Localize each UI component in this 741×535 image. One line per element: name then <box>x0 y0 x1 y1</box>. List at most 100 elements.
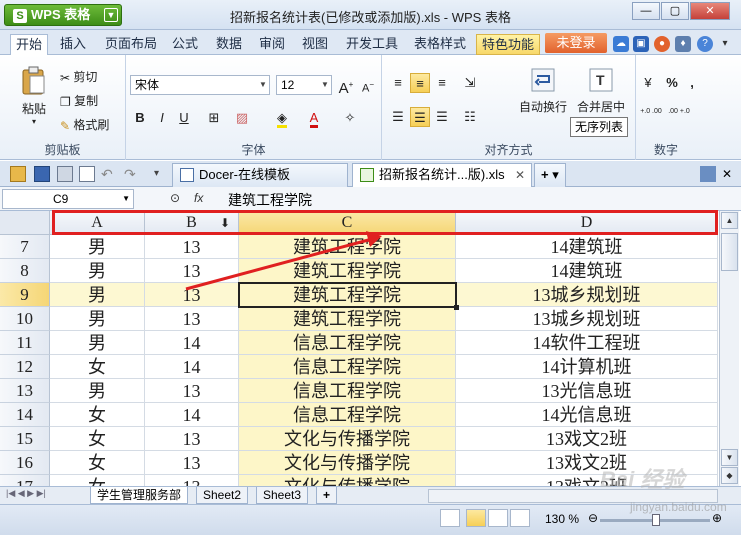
formula-content[interactable]: 建筑工程学院 <box>228 190 312 210</box>
font-name-select[interactable]: 宋体 ▼ <box>130 75 270 95</box>
font-color-button[interactable]: A <box>304 108 324 128</box>
tab-page-layout[interactable]: 页面布局 <box>100 34 162 55</box>
align-bottom-button[interactable]: ≡ <box>432 73 452 93</box>
orientation-button[interactable]: ⇲ <box>460 73 480 93</box>
redo-icon[interactable]: ↷ <box>124 166 140 182</box>
chevron-down-icon[interactable]: ▾ <box>717 36 733 52</box>
align-top-button[interactable]: ≡ <box>388 73 408 93</box>
scissors-icon: ✂ <box>60 70 71 85</box>
merge-cells-icon: T <box>589 68 613 92</box>
page-layout-view-button[interactable] <box>488 509 508 527</box>
cloud-icon[interactable]: ☁ <box>613 36 629 52</box>
merge-center-button[interactable]: T 合并居中 <box>572 67 630 115</box>
bold-button[interactable]: B <box>130 108 150 128</box>
comma-button[interactable]: , <box>682 73 702 93</box>
zoom-slider-knob[interactable] <box>652 514 660 526</box>
plus-icon: + <box>323 488 331 502</box>
wrap-text-button[interactable]: 自动换行 <box>514 67 572 115</box>
align-middle-button[interactable]: ≡ <box>410 73 430 93</box>
close-tab-icon[interactable]: ✕ <box>515 164 525 186</box>
tab-home[interactable]: 开始 <box>10 34 49 55</box>
scroll-up-icon[interactable]: ▲ <box>721 212 738 229</box>
justify-button[interactable]: ☷ <box>460 107 480 127</box>
tab-data[interactable]: 数据 <box>211 34 247 55</box>
tab-docer-templates[interactable]: Docer-在线模板 <box>172 163 348 187</box>
border-button[interactable]: ⊞ <box>204 108 224 128</box>
orientation-icon: ⇲ <box>464 75 476 90</box>
shrink-font-button[interactable]: A− <box>358 75 378 95</box>
new-tab-button[interactable]: + ▾ <box>534 163 566 187</box>
increase-decimal-button[interactable]: +.0 .00 <box>638 107 664 127</box>
vertical-scrollbar[interactable]: ▲ ▼ ◆ <box>719 211 739 486</box>
font-group: 宋体 ▼ 12 ▼ A+ A− B I U ⊞ ▨ ◈ A ✧ 字体 <box>126 55 382 160</box>
paste-button[interactable]: 粘贴 ▾ <box>14 65 54 126</box>
align-left-button[interactable]: ☰ <box>388 107 408 127</box>
tab-formulas[interactable]: 公式 <box>167 34 203 55</box>
decrease-decimal-button[interactable]: .00 +.0 <box>666 107 692 127</box>
quick-access-dropdown-icon[interactable]: ▾ <box>154 166 170 182</box>
annotation-highlight-box <box>52 210 718 235</box>
tab-special-features[interactable]: 特色功能 <box>476 34 541 55</box>
login-button[interactable]: 未登录 <box>545 33 607 53</box>
shirt-icon[interactable]: ♦ <box>675 36 691 52</box>
save-icon[interactable] <box>34 166 50 182</box>
zoom-level[interactable]: 130 % <box>545 512 579 526</box>
tab-developer[interactable]: 开发工具 <box>341 34 403 55</box>
fill-effect-button[interactable]: ▨ <box>232 108 252 128</box>
sheet-tab-3[interactable]: Sheet3 <box>256 487 309 504</box>
close-doc-icon[interactable]: ✕ <box>722 166 738 182</box>
percent-button[interactable]: % <box>662 73 682 93</box>
clear-format-button[interactable]: ✧ <box>340 108 360 128</box>
tab-review[interactable]: 审阅 <box>254 34 290 55</box>
copy-button[interactable]: ❐ 复制 <box>60 91 98 111</box>
window-layout-icon[interactable] <box>700 166 716 182</box>
scroll-thumb[interactable] <box>721 233 738 271</box>
cut-button[interactable]: ✂ 剪切 <box>60 67 97 87</box>
spreadsheet-grid[interactable]: A B⬇ C D 7男13建筑工程学院14建筑班8男13建筑工程学院14建筑班9… <box>0 211 719 486</box>
normal-view-button[interactable] <box>466 509 486 527</box>
fill-color-button[interactable]: ◈ <box>272 108 292 128</box>
print-icon[interactable] <box>57 166 73 182</box>
tab-spreadsheet[interactable]: 招新报名统计...版).xls ✕ <box>352 163 532 187</box>
zoom-formula-icon[interactable]: ⊙ <box>170 191 180 205</box>
undo-icon[interactable]: ↶ <box>101 166 117 182</box>
sheet-nav-arrows-icon[interactable]: |◀ ◀ ▶ ▶| <box>6 488 46 499</box>
format-painter-button[interactable]: ✎ 格式刷 <box>60 115 109 135</box>
gradient-icon: ▨ <box>235 110 249 125</box>
tab-view[interactable]: 视图 <box>297 34 333 55</box>
align-right-button[interactable]: ☰ <box>432 107 452 127</box>
font-size-select[interactable]: 12 ▼ <box>276 75 332 95</box>
brush-icon: ✎ <box>60 118 71 133</box>
underline-button[interactable]: U <box>174 108 194 128</box>
paint-bucket-icon: ◈ <box>277 110 287 128</box>
maximize-button[interactable]: ▢ <box>661 2 689 20</box>
tab-table-style[interactable]: 表格样式 <box>409 34 471 55</box>
add-sheet-button[interactable]: + <box>316 487 338 504</box>
annotation-arrow <box>185 231 382 291</box>
ribbon: 粘贴 ▾ ✂ 剪切 ❐ 复制 ✎ 格式刷 剪贴板 宋体 ▼ 12 ▼ A+ A− B … <box>0 55 741 160</box>
help-icon[interactable]: ? <box>697 36 713 52</box>
align-center-button[interactable]: ☰ <box>410 107 430 127</box>
page-break-view-button[interactable] <box>510 509 530 527</box>
skin-icon[interactable]: ● <box>654 36 670 52</box>
name-box[interactable]: C9 ▼ <box>2 189 134 209</box>
sheet-tab-2[interactable]: Sheet2 <box>196 487 249 504</box>
doc-icon[interactable]: ▣ <box>633 36 649 52</box>
zoom-out-icon[interactable]: ⊖ <box>588 511 598 525</box>
sheet-tab-1[interactable]: 学生管理服务部 <box>90 487 189 504</box>
align-center-icon: ☰ <box>414 110 426 125</box>
clipboard-icon <box>22 66 45 95</box>
scroll-page-icon[interactable]: ◆ <box>721 467 738 484</box>
grow-font-button[interactable]: A+ <box>336 75 356 97</box>
title-bar: S WPS 表格 ▼ 招新报名统计表(已修改或添加版).xls - WPS 表格 —… <box>0 0 741 30</box>
print-preview-icon[interactable] <box>79 166 95 182</box>
fx-icon[interactable]: fx <box>194 191 203 205</box>
currency-button[interactable]: ¥ <box>638 73 658 93</box>
tab-insert[interactable]: 插入 <box>55 34 91 55</box>
italic-button[interactable]: I <box>152 108 172 128</box>
minimize-button[interactable]: — <box>632 2 660 20</box>
close-button[interactable]: ✕ <box>690 2 730 20</box>
save-status-icon[interactable] <box>440 509 460 527</box>
open-folder-icon[interactable] <box>10 166 26 182</box>
scroll-down-icon[interactable]: ▼ <box>721 449 738 466</box>
